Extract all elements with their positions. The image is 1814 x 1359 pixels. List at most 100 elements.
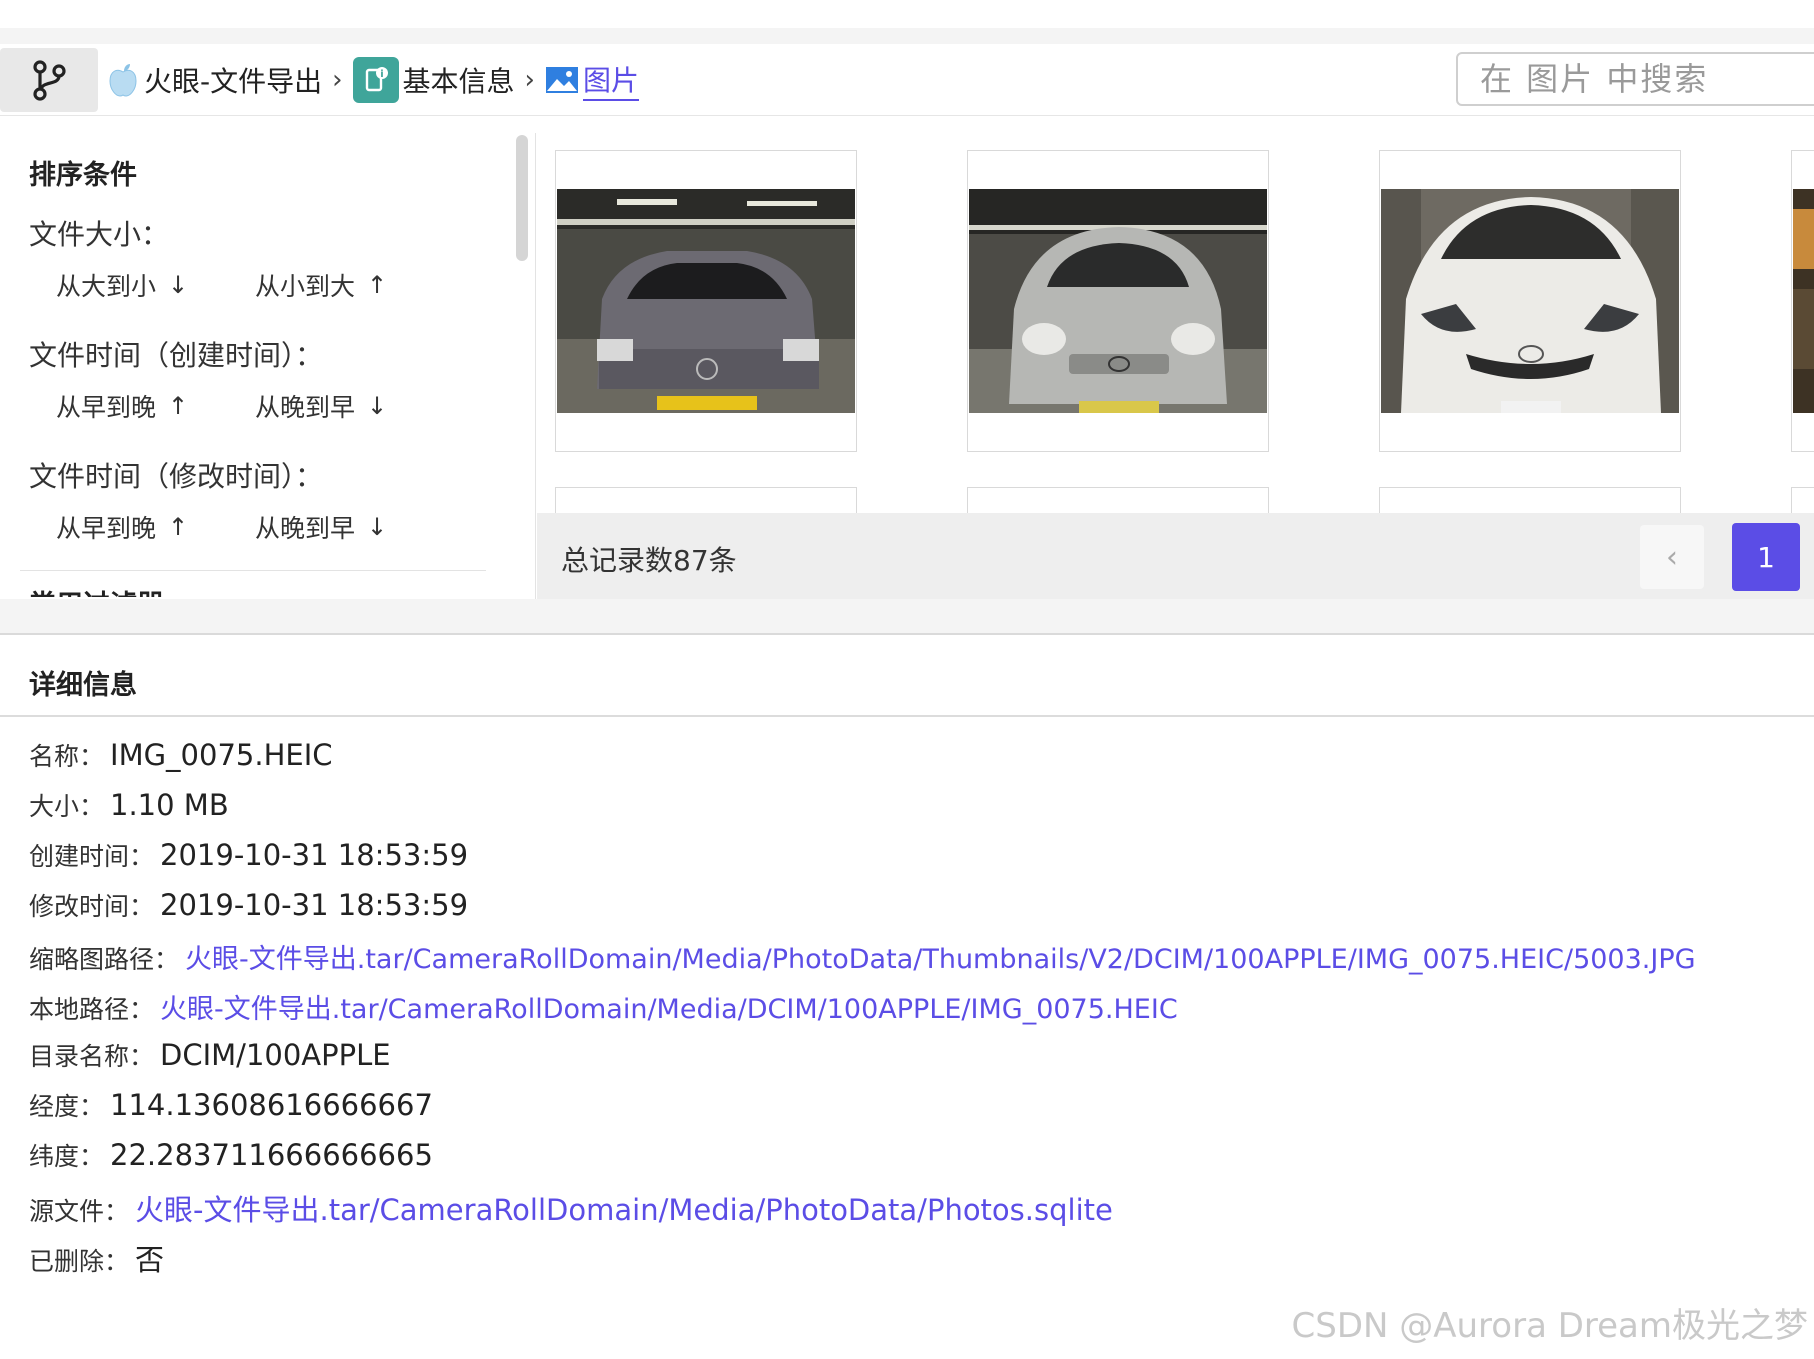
image-thumbnail[interactable] [1379, 150, 1681, 452]
car-photo [969, 189, 1267, 413]
source-file-link[interactable]: 火眼-文件导出.tar/CameraRollDomain/Media/Photo… [135, 1187, 1113, 1229]
car-photo [1381, 189, 1679, 413]
splitter[interactable] [0, 599, 1814, 635]
detail-label: 缩略图路径： [29, 945, 180, 974]
branch-button[interactable] [0, 48, 98, 112]
sort-size-asc[interactable]: 从小到大 ↑ [255, 267, 387, 303]
arrow-down-icon: ↓ [367, 392, 388, 420]
image-thumbnail[interactable] [555, 487, 857, 513]
sort-option-label: 从晚到早 [255, 514, 356, 543]
sort-modified-asc[interactable]: 从早到晚 ↑ [56, 509, 188, 545]
info-app-icon: i [352, 57, 399, 103]
arrow-up-icon: ↑ [168, 392, 189, 420]
breadcrumb: 火眼-文件导出 › i 基本信息 › 图片 [106, 48, 639, 112]
detail-row-longitude: 经度： 114.13608616666667 [29, 1087, 433, 1123]
detail-row-created: 创建时间： 2019-10-31 18:53:59 [29, 837, 468, 873]
section-title-clipped: 常用过滤器 [29, 583, 164, 597]
pagination-bar: 总记录数87条 ‹ 1 [537, 513, 1814, 599]
car-photo [1793, 189, 1814, 413]
detail-row-dir: 目录名称： DCIM/100APPLE [29, 1037, 391, 1073]
detail-row-name: 名称： IMG_0075.HEIC [29, 737, 333, 773]
detail-value: 1.10 MB [110, 788, 229, 822]
sort-created-asc[interactable]: 从早到晚 ↑ [56, 388, 188, 424]
image-gallery [537, 133, 1814, 513]
detail-label: 创建时间： [29, 842, 155, 871]
toolbar-gap [0, 28, 1814, 44]
detail-row-thumb-path: 缩略图路径： 火眼-文件导出.tar/CameraRollDomain/Medi… [29, 937, 1696, 976]
detail-row-size: 大小： 1.10 MB [29, 787, 229, 823]
details-title: 详细信息 [29, 670, 137, 701]
detail-label: 本地路径： [29, 995, 155, 1024]
sort-option-label: 从早到晚 [56, 393, 157, 422]
breadcrumb-item-basic-info[interactable]: i 基本信息 [352, 57, 515, 103]
detail-value: 2019-10-31 18:53:59 [160, 838, 469, 872]
total-records: 总记录数87条 [561, 544, 737, 577]
car-photo [557, 189, 855, 413]
detail-label: 名称： [29, 742, 105, 771]
breadcrumb-item-export[interactable]: 火眼-文件导出 [106, 60, 322, 100]
details-panel: 名称： IMG_0075.HEIC 大小： 1.10 MB 创建时间： 2019… [0, 719, 1814, 1279]
detail-value: 22.283711666666665 [110, 1138, 433, 1172]
detail-row-latitude: 纬度： 22.283711666666665 [29, 1137, 433, 1173]
scrollbar-thumb[interactable] [516, 135, 528, 261]
sort-option-label: 从晚到早 [255, 393, 356, 422]
detail-row-modified: 修改时间： 2019-10-31 18:53:59 [29, 887, 468, 923]
detail-label: 大小： [29, 792, 105, 821]
breadcrumb-item-pictures[interactable]: 图片 [545, 59, 639, 101]
svg-text:i: i [380, 69, 383, 80]
arrow-up-icon: ↑ [367, 271, 388, 299]
breadcrumb-label: 基本信息 [402, 65, 515, 98]
detail-value: 2019-10-31 18:53:59 [160, 888, 469, 922]
watermark: CSDN @Aurora Dream极光之梦 [1291, 1306, 1809, 1346]
local-path-link[interactable]: 火眼-文件导出.tar/CameraRollDomain/Media/DCIM/… [160, 987, 1178, 1026]
detail-label: 已删除： [29, 1247, 130, 1276]
picture-icon [545, 63, 579, 97]
prev-page-button[interactable]: ‹ [1640, 525, 1704, 589]
detail-label: 纬度： [29, 1142, 105, 1171]
chevron-right-icon: › [332, 65, 343, 95]
detail-label: 修改时间： [29, 892, 155, 921]
image-thumbnail[interactable] [1379, 487, 1681, 513]
detail-label: 经度： [29, 1092, 105, 1121]
chevron-left-icon: ‹ [1666, 539, 1678, 575]
image-thumbnail[interactable] [1791, 150, 1814, 452]
image-thumbnail[interactable] [1791, 487, 1814, 513]
image-thumbnail[interactable] [967, 487, 1269, 513]
breadcrumb-label: 图片 [582, 59, 639, 101]
sort-group-label: 文件时间（创建时间）： [29, 339, 324, 372]
sort-option-label: 从大到小 [56, 272, 157, 301]
detail-value: 否 [135, 1243, 165, 1277]
image-thumbnail[interactable] [555, 150, 857, 452]
sort-option-label: 从小到大 [255, 272, 356, 301]
arrow-down-icon: ↓ [168, 271, 189, 299]
arrow-down-icon: ↓ [367, 513, 388, 541]
sort-group-label: 文件时间（修改时间）： [29, 460, 324, 493]
sort-created-desc[interactable]: 从晚到早 ↓ [255, 388, 387, 424]
detail-label: 源文件： [29, 1197, 130, 1226]
window-top-strip [0, 0, 1814, 28]
apple-icon [106, 63, 140, 97]
detail-row-source: 源文件： 火眼-文件导出.tar/CameraRollDomain/Media/… [29, 1187, 1113, 1229]
sort-option-label: 从早到晚 [56, 514, 157, 543]
sort-title: 排序条件 [29, 160, 137, 191]
git-branch-icon [33, 60, 66, 101]
detail-value: DCIM/100APPLE [160, 1038, 391, 1072]
sort-size-desc[interactable]: 从大到小 ↓ [56, 267, 188, 303]
sort-group-label: 文件大小： [29, 218, 170, 251]
detail-row-local-path: 本地路径： 火眼-文件导出.tar/CameraRollDomain/Media… [29, 987, 1178, 1026]
detail-value: 114.13608616666667 [110, 1088, 433, 1122]
detail-label: 目录名称： [29, 1042, 155, 1071]
sort-modified-desc[interactable]: 从晚到早 ↓ [255, 509, 387, 545]
toolbar: 火眼-文件导出 › i 基本信息 › 图片 [0, 28, 1814, 116]
image-thumbnail[interactable] [967, 150, 1269, 452]
page-1-button[interactable]: 1 [1732, 523, 1800, 591]
breadcrumb-label: 火眼-文件导出 [144, 65, 323, 98]
sort-panel: 排序条件 文件大小： 从大到小 ↓ 从小到大 ↑ 文件时间（创建时间）： 从早到… [0, 133, 536, 599]
detail-row-deleted: 已删除： 否 [29, 1237, 164, 1279]
detail-value: IMG_0075.HEIC [110, 738, 333, 772]
chevron-right-icon: › [524, 65, 535, 95]
divider [20, 570, 486, 571]
details-header: 详细信息 [0, 637, 1814, 717]
thumbnail-path-link[interactable]: 火眼-文件导出.tar/CameraRollDomain/Media/Photo… [185, 937, 1696, 976]
search-input[interactable] [1456, 52, 1814, 106]
